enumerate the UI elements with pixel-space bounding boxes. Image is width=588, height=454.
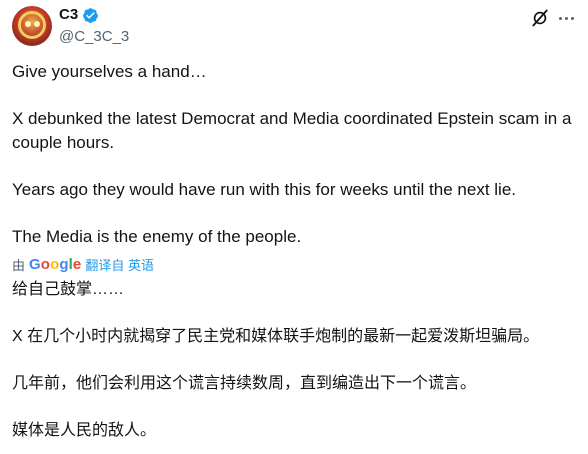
avatar[interactable]	[12, 6, 52, 46]
translated-by-label: 由	[12, 257, 26, 273]
avatar-eye-right	[34, 21, 40, 27]
tweet-line: Years ago they would have run with this …	[12, 180, 516, 199]
translated-line: 给自己鼓掌……	[12, 281, 125, 298]
verified-badge-icon[interactable]	[82, 7, 99, 24]
grok-icon[interactable]	[530, 8, 550, 28]
google-logo-letter: g	[59, 255, 69, 273]
author-handle[interactable]: @C_3C_3	[59, 27, 129, 47]
author-display-name-row[interactable]: C3	[59, 5, 99, 25]
google-logo-letter: o	[40, 255, 51, 273]
more-options-icon[interactable]	[556, 8, 576, 28]
translation-attribution: 由 Google 翻译自 英语	[12, 254, 154, 274]
translated-line: 几年前，他们会利用这个谎言持续数周，直到编造出下一个谎言。	[12, 375, 477, 392]
more-dot	[570, 16, 574, 20]
more-dot	[564, 16, 568, 20]
tweet-text: Give yourselves a hand… X debunked the l…	[12, 60, 578, 249]
tweet-line: Give yourselves a hand…	[12, 62, 207, 81]
translated-line: 媒体是人民的敌人。	[12, 422, 157, 439]
tweet-line: The Media is the enemy of the people.	[12, 227, 302, 246]
translated-text: 给自己鼓掌…… X 在几个小时内就揭穿了民主党和媒体联手炮制的最新一起爱泼斯坦骗…	[12, 278, 578, 443]
more-dot	[558, 16, 562, 20]
google-logo-letter: o	[50, 255, 60, 273]
avatar-ring	[18, 11, 46, 39]
avatar-eye-left	[25, 21, 31, 27]
google-logo: Google	[29, 256, 81, 273]
tweet-line: X debunked the latest Democrat and Media…	[12, 109, 572, 152]
author-display-name[interactable]: C3	[59, 5, 78, 25]
tweet-header: C3 @C_3C_3	[12, 6, 576, 46]
translate-source-link[interactable]: 翻译自 英语	[85, 255, 154, 274]
google-logo-letter: G	[29, 255, 41, 273]
translated-line: X 在几个小时内就揭穿了民主党和媒体联手炮制的最新一起爱泼斯坦骗局。	[12, 328, 540, 345]
google-logo-letter: e	[72, 255, 82, 273]
